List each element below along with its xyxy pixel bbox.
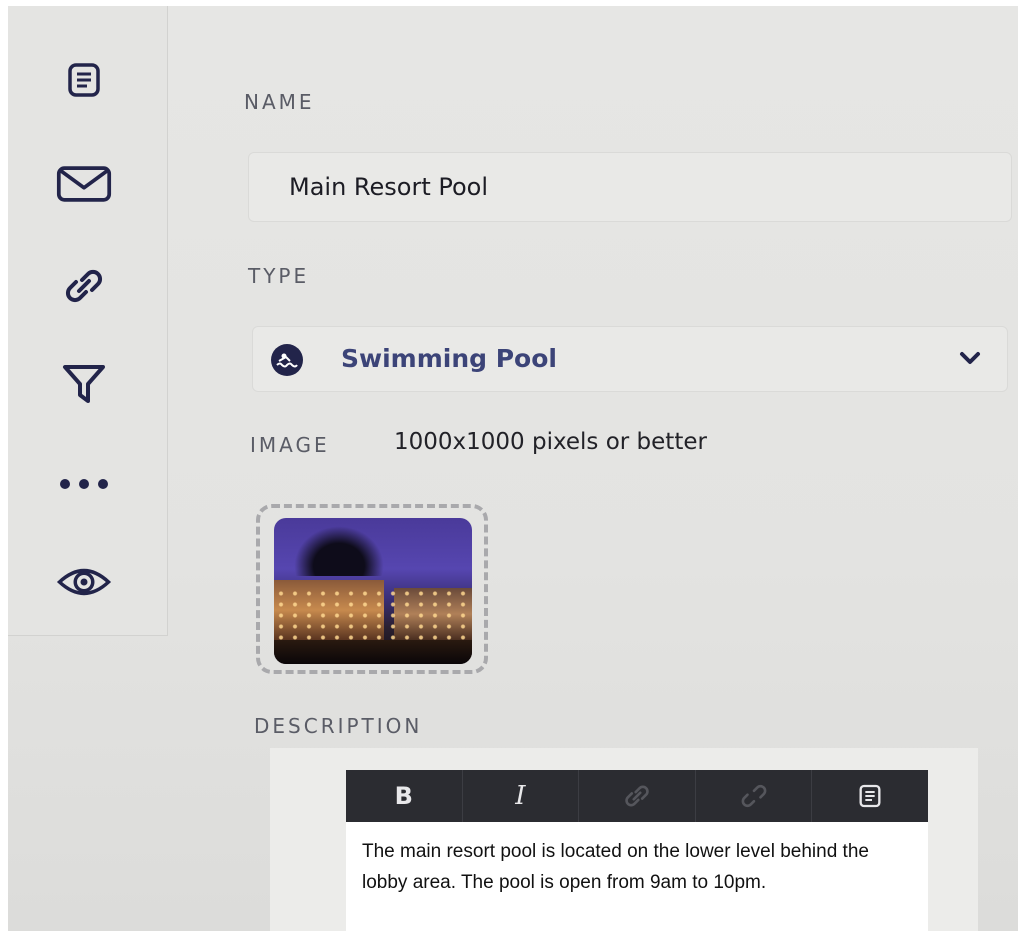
unlink-icon: [741, 784, 766, 808]
sidebar: [8, 6, 168, 636]
pool-image-thumbnail[interactable]: [274, 518, 472, 664]
thumb-lights: [274, 588, 472, 644]
type-select[interactable]: Swimming Pool: [252, 326, 1008, 392]
filter-icon: [63, 365, 105, 403]
unlink-button[interactable]: [696, 770, 813, 822]
link-icon: [625, 785, 649, 807]
description-text-area[interactable]: The main resort pool is located on the l…: [346, 822, 928, 931]
description-editor: B I The main resort pool is located on t…: [270, 748, 978, 931]
image-size-hint: 1000x1000 pixels or better: [394, 429, 707, 455]
type-select-value: Swimming Pool: [341, 344, 557, 373]
more-icon: [60, 479, 108, 489]
italic-button[interactable]: I: [463, 770, 580, 822]
link-button[interactable]: [579, 770, 696, 822]
eye-icon: [56, 568, 112, 596]
sidebar-item-preview[interactable]: [56, 556, 112, 608]
sidebar-item-messages[interactable]: [56, 158, 112, 210]
description-label: DESCRIPTION: [254, 714, 423, 738]
source-button[interactable]: [812, 770, 928, 822]
sidebar-item-links[interactable]: [56, 260, 112, 312]
bold-button[interactable]: B: [346, 770, 463, 822]
sidebar-item-more[interactable]: [56, 458, 112, 510]
editor-toolbar: B I: [346, 770, 928, 822]
document-icon: [68, 63, 100, 97]
screen: NAME TYPE Swimming Pool IMAGE 1000x1000 …: [8, 6, 1018, 931]
image-dropzone[interactable]: [256, 504, 488, 674]
image-label: IMAGE: [250, 433, 330, 457]
thumb-water: [274, 640, 472, 664]
sidebar-item-details[interactable]: [56, 54, 112, 106]
chevron-down-icon: [960, 352, 980, 364]
name-input[interactable]: [248, 152, 1012, 222]
type-label: TYPE: [248, 264, 310, 288]
sidebar-item-filter[interactable]: [56, 358, 112, 410]
thumb-palm: [294, 526, 384, 576]
name-label: NAME: [244, 90, 315, 114]
link-icon: [65, 269, 103, 303]
swimming-pool-icon: [271, 344, 303, 376]
document-icon: [859, 784, 881, 808]
envelope-icon: [56, 166, 112, 202]
